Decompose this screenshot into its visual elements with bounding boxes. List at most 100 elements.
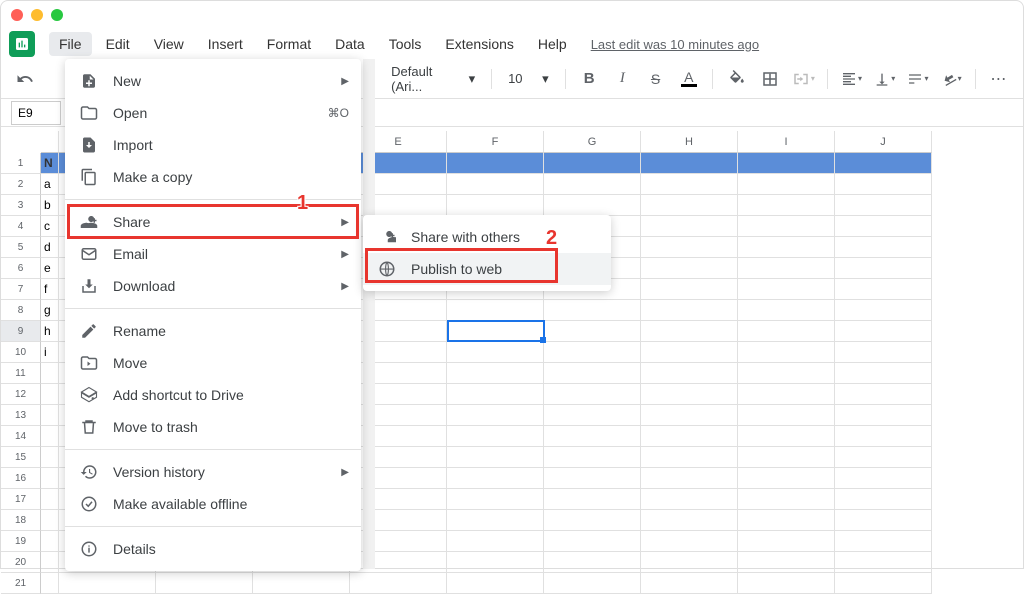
cell[interactable] bbox=[835, 258, 932, 279]
cell[interactable] bbox=[738, 153, 835, 174]
row-header[interactable]: 13 bbox=[1, 405, 41, 426]
cell[interactable] bbox=[544, 153, 641, 174]
cell[interactable] bbox=[835, 510, 932, 531]
cell[interactable]: b bbox=[41, 195, 59, 216]
menu-move[interactable]: Move bbox=[65, 347, 361, 379]
col-header[interactable] bbox=[41, 131, 59, 153]
cell[interactable] bbox=[641, 552, 738, 573]
cell[interactable]: d bbox=[41, 237, 59, 258]
cell[interactable]: g bbox=[41, 300, 59, 321]
cell[interactable] bbox=[738, 384, 835, 405]
cell[interactable] bbox=[738, 531, 835, 552]
cell[interactable]: i bbox=[41, 342, 59, 363]
menu-download[interactable]: Download▶ bbox=[65, 270, 361, 302]
cell[interactable] bbox=[738, 405, 835, 426]
cell[interactable] bbox=[641, 426, 738, 447]
cell[interactable] bbox=[738, 279, 835, 300]
bold-button[interactable]: B bbox=[576, 65, 603, 93]
rotate-button[interactable]: ▾ bbox=[938, 65, 965, 93]
cell[interactable] bbox=[738, 216, 835, 237]
cell[interactable] bbox=[544, 300, 641, 321]
cell[interactable] bbox=[544, 321, 641, 342]
cell[interactable] bbox=[738, 447, 835, 468]
cell[interactable] bbox=[59, 573, 156, 594]
font-selector[interactable]: Default (Ari... ▾ bbox=[385, 64, 481, 94]
cell[interactable] bbox=[641, 510, 738, 531]
cell[interactable] bbox=[41, 426, 59, 447]
row-header[interactable]: 17 bbox=[1, 489, 41, 510]
cell[interactable] bbox=[447, 573, 544, 594]
strikethrough-button[interactable]: S bbox=[642, 65, 669, 93]
menu-make-copy[interactable]: Make a copy bbox=[65, 161, 361, 193]
submenu-share-others[interactable]: Share with others bbox=[363, 221, 611, 253]
cell[interactable] bbox=[738, 237, 835, 258]
cell[interactable] bbox=[738, 174, 835, 195]
cell[interactable] bbox=[835, 300, 932, 321]
cell[interactable] bbox=[835, 531, 932, 552]
halign-button[interactable]: ▾ bbox=[838, 65, 865, 93]
row-header[interactable]: 10 bbox=[1, 342, 41, 363]
row-header[interactable]: 21 bbox=[1, 573, 41, 594]
cell[interactable] bbox=[835, 216, 932, 237]
cell[interactable] bbox=[447, 342, 544, 363]
cell[interactable] bbox=[835, 174, 932, 195]
cell[interactable] bbox=[447, 468, 544, 489]
cell[interactable] bbox=[738, 552, 835, 573]
merge-button[interactable]: ▾ bbox=[790, 65, 817, 93]
cell[interactable] bbox=[641, 237, 738, 258]
cell[interactable] bbox=[641, 174, 738, 195]
menu-trash[interactable]: Move to trash bbox=[65, 411, 361, 443]
menu-insert[interactable]: Insert bbox=[198, 32, 253, 56]
cell[interactable] bbox=[253, 573, 350, 594]
cell[interactable] bbox=[641, 195, 738, 216]
row-header[interactable]: 9 bbox=[1, 321, 41, 342]
col-header[interactable]: F bbox=[447, 131, 544, 153]
menu-open[interactable]: Open⌘O bbox=[65, 97, 361, 129]
cell[interactable] bbox=[641, 447, 738, 468]
cell[interactable] bbox=[447, 300, 544, 321]
cell[interactable] bbox=[447, 405, 544, 426]
cell[interactable] bbox=[447, 489, 544, 510]
cell[interactable] bbox=[738, 468, 835, 489]
cell[interactable] bbox=[447, 321, 544, 342]
cell[interactable] bbox=[41, 552, 59, 573]
cell[interactable] bbox=[641, 342, 738, 363]
cell[interactable] bbox=[544, 405, 641, 426]
sheets-logo[interactable] bbox=[9, 31, 35, 57]
cell[interactable] bbox=[41, 531, 59, 552]
cell[interactable] bbox=[350, 573, 447, 594]
menu-tools[interactable]: Tools bbox=[379, 32, 432, 56]
cell[interactable] bbox=[835, 363, 932, 384]
cell[interactable] bbox=[641, 489, 738, 510]
cell[interactable] bbox=[447, 174, 544, 195]
cell[interactable] bbox=[41, 573, 59, 594]
valign-button[interactable]: ▾ bbox=[871, 65, 898, 93]
menu-data[interactable]: Data bbox=[325, 32, 375, 56]
borders-button[interactable] bbox=[757, 65, 784, 93]
row-header[interactable]: 19 bbox=[1, 531, 41, 552]
cell[interactable] bbox=[641, 216, 738, 237]
row-header[interactable]: 4 bbox=[1, 216, 41, 237]
cell[interactable] bbox=[738, 300, 835, 321]
cell[interactable]: a bbox=[41, 174, 59, 195]
row-header[interactable]: 14 bbox=[1, 426, 41, 447]
cell[interactable] bbox=[544, 195, 641, 216]
cell[interactable] bbox=[544, 174, 641, 195]
cell[interactable] bbox=[544, 426, 641, 447]
cell[interactable]: c bbox=[41, 216, 59, 237]
cell[interactable] bbox=[641, 300, 738, 321]
text-color-button[interactable]: A bbox=[675, 65, 702, 93]
cell[interactable] bbox=[641, 468, 738, 489]
menu-file[interactable]: File bbox=[49, 32, 92, 56]
more-button[interactable]: ⋯ bbox=[986, 65, 1013, 93]
cell[interactable] bbox=[41, 510, 59, 531]
cell[interactable] bbox=[641, 405, 738, 426]
cell[interactable] bbox=[544, 342, 641, 363]
cell[interactable] bbox=[447, 447, 544, 468]
cell[interactable] bbox=[835, 552, 932, 573]
col-header[interactable]: I bbox=[738, 131, 835, 153]
cell[interactable] bbox=[447, 510, 544, 531]
cell[interactable] bbox=[447, 426, 544, 447]
maximize-window-button[interactable] bbox=[51, 9, 63, 21]
cell[interactable]: e bbox=[41, 258, 59, 279]
